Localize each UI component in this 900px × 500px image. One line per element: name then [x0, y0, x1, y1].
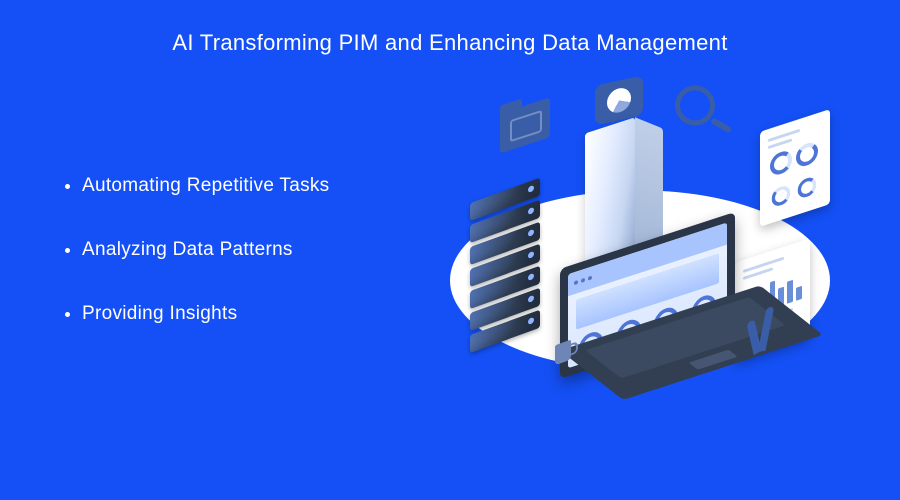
iso-scene [440, 80, 840, 400]
server-rack-icon [470, 190, 540, 344]
laptop-icon [560, 240, 760, 420]
bullet-item: Automating Repetitive Tasks [82, 175, 440, 197]
document-rings-icon [760, 109, 830, 227]
isometric-illustration [440, 56, 840, 476]
bullet-item: Analyzing Data Patterns [82, 239, 440, 261]
bullet-item: Providing Insights [82, 303, 440, 325]
plant-icon [750, 309, 770, 356]
slide-content: Automating Repetitive Tasks Analyzing Da… [0, 56, 900, 476]
folder-icon [500, 97, 550, 153]
slide-title: AI Transforming PIM and Enhancing Data M… [0, 0, 900, 56]
magnifier-icon [671, 81, 720, 130]
bullet-list: Automating Repetitive Tasks Analyzing Da… [60, 165, 440, 367]
pie-icon [607, 86, 631, 115]
